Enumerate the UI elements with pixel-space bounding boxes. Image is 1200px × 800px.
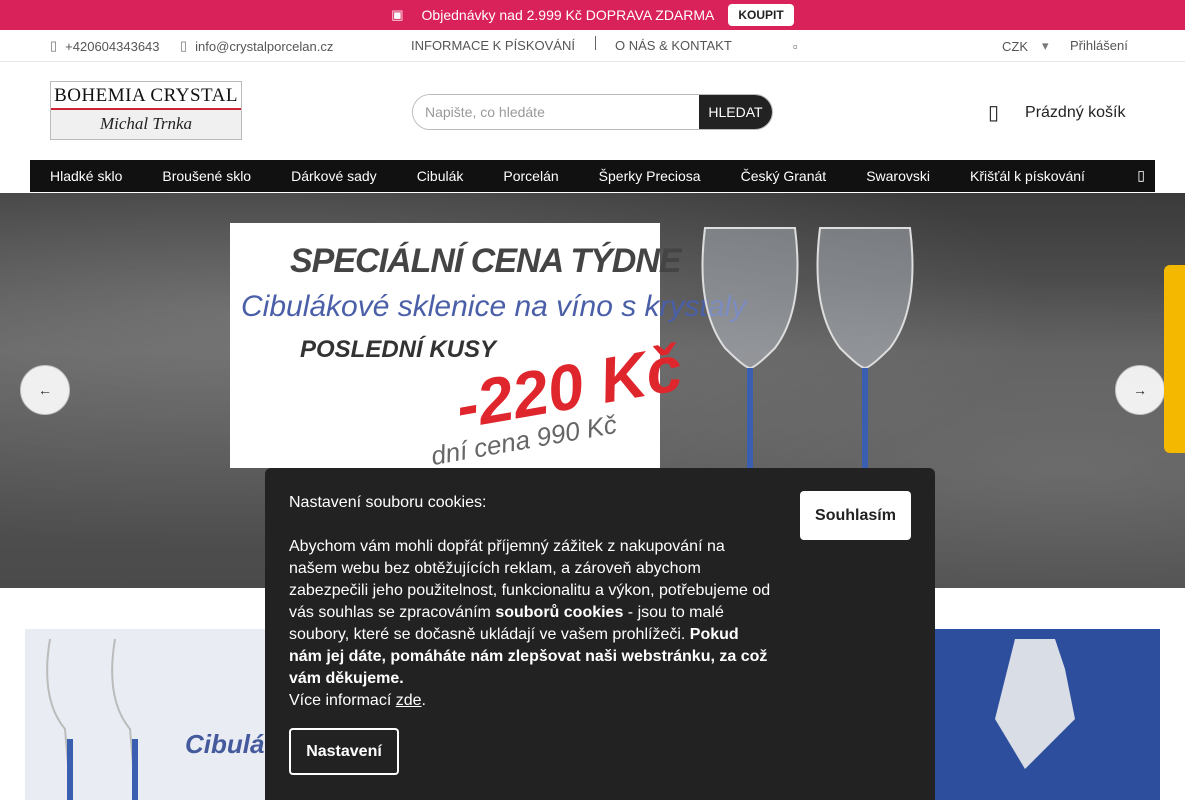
hero-last-pieces: POSLEDNÍ KUSY (300, 336, 497, 363)
cookie-more-prefix: Více informací (289, 692, 396, 709)
nav-item-brousene-sklo[interactable]: Broušené sklo (142, 168, 271, 184)
info-bar: ▯ +420604343643 ▯ info@crystalporcelan.c… (0, 30, 1185, 62)
hero-subtitle: Cibulákové sklenice na víno s krystaly (241, 290, 747, 323)
divider (595, 36, 596, 50)
currency-selector[interactable]: CZK ▾ (1002, 38, 1049, 54)
cart-icon: ▯ (988, 102, 1000, 124)
truck-icon: ▣ (391, 7, 404, 22)
slider-next-button[interactable]: → (1115, 365, 1165, 415)
info-sandblasting-link[interactable]: INFORMACE K PÍSKOVÁNÍ (411, 38, 575, 53)
cookie-accept-button[interactable]: Souhlasím (800, 491, 911, 540)
site-logo[interactable]: BOHEMIA CRYSTAL Michal Trnka (50, 81, 242, 140)
cookie-title: Nastavení souboru cookies: (289, 494, 487, 511)
cart-label: Prázdný košík (1025, 103, 1126, 121)
dropdown-icon[interactable]: ▫ (793, 39, 798, 54)
nav-item-kristal-k-piskovani[interactable]: Křišťál k pískování (950, 168, 1105, 184)
phone-number: +420604343643 (65, 38, 160, 54)
promo-text: Objednávky nad 2.999 Kč DOPRAVA ZDARMA (421, 7, 715, 23)
nav-item-sperky-preciosa[interactable]: Šperky Preciosa (579, 168, 721, 184)
email-address: info@crystalporcelan.cz (195, 38, 334, 54)
main-navigation: Hladké sklo Broušené sklo Dárkové sady C… (30, 160, 1155, 192)
cookie-settings-button[interactable]: Nastavení (289, 728, 399, 775)
product-tile-cibulak[interactable]: Cibulák (25, 629, 285, 800)
cookie-text-bold1: souborů cookies (495, 604, 624, 621)
about-contact-link[interactable]: O NÁS & KONTAKT (615, 38, 732, 53)
nav-more-icon[interactable]: ▯ (1137, 167, 1145, 184)
phone-link[interactable]: ▯ +420604343643 (50, 38, 160, 54)
cookie-more-link[interactable]: zde (396, 692, 422, 709)
slider-prev-button[interactable]: ← (20, 365, 70, 415)
nav-item-swarovski[interactable]: Swarovski (846, 168, 950, 184)
wine-glass-image (701, 227, 799, 468)
promo-buy-button[interactable]: KOUPIT (728, 4, 794, 26)
decanter-image (955, 639, 1155, 800)
nav-item-cibulak[interactable]: Cibulák (397, 168, 484, 184)
nav-item-hladke-sklo[interactable]: Hladké sklo (30, 168, 142, 184)
cookie-text: Abychom vám mohli dopřát příjemný zážite… (289, 536, 775, 712)
hero-title: SPECIÁLNÍ CENA TÝDNE (290, 242, 682, 280)
search-button[interactable]: HLEDAT (699, 95, 772, 129)
verified-badge[interactable] (1164, 265, 1185, 453)
email-link[interactable]: ▯ info@crystalporcelan.cz (180, 38, 333, 54)
nav-item-darkove-sady[interactable]: Dárkové sady (271, 168, 397, 184)
search-bar: HLEDAT (412, 94, 773, 130)
cookie-more-suffix: . (421, 692, 426, 709)
login-link[interactable]: Přihlášení (1070, 38, 1128, 53)
nav-item-cesky-granat[interactable]: Český Granát (721, 168, 847, 184)
search-input[interactable] (413, 95, 699, 129)
cart-link[interactable]: ▯ Prázdný košík (988, 100, 1126, 125)
logo-signature: Michal Trnka (51, 110, 241, 139)
glass-image (46, 638, 138, 800)
currency-label: CZK (1002, 38, 1028, 54)
promo-bar: ▣ Objednávky nad 2.999 Kč DOPRAVA ZDARMA… (0, 0, 1185, 30)
logo-brand: BOHEMIA CRYSTAL (51, 82, 241, 110)
wine-glass-image (816, 227, 914, 468)
product-tile-decanter[interactable] (935, 629, 1160, 800)
cookie-consent-dialog: Nastavení souboru cookies: Abychom vám m… (265, 468, 935, 800)
chevron-down-icon: ▾ (1042, 38, 1049, 53)
mail-icon: ▯ (180, 38, 188, 53)
phone-icon: ▯ (50, 38, 58, 53)
nav-item-porcelan[interactable]: Porcelán (483, 168, 578, 184)
